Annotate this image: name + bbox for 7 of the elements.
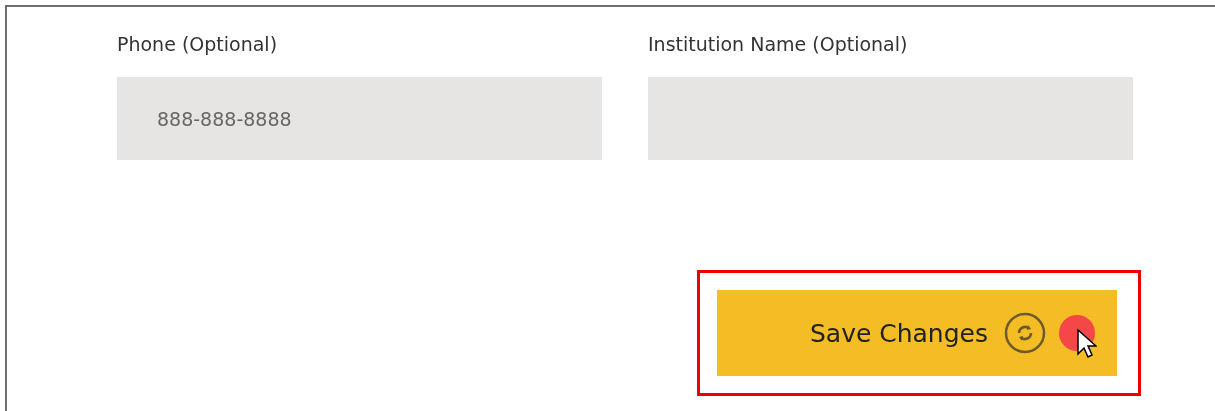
- input-field[interactable]: 888-888-8888: [117, 77, 602, 160]
- field-label: Institution Name (Optional): [648, 32, 909, 57]
- refresh-icon: [1004, 312, 1046, 354]
- save-button[interactable]: Save Changes: [717, 290, 1117, 376]
- cursor-icon: [1077, 329, 1097, 359]
- input-field[interactable]: [648, 77, 1133, 160]
- field-label: Phone (Optional): [117, 32, 279, 57]
